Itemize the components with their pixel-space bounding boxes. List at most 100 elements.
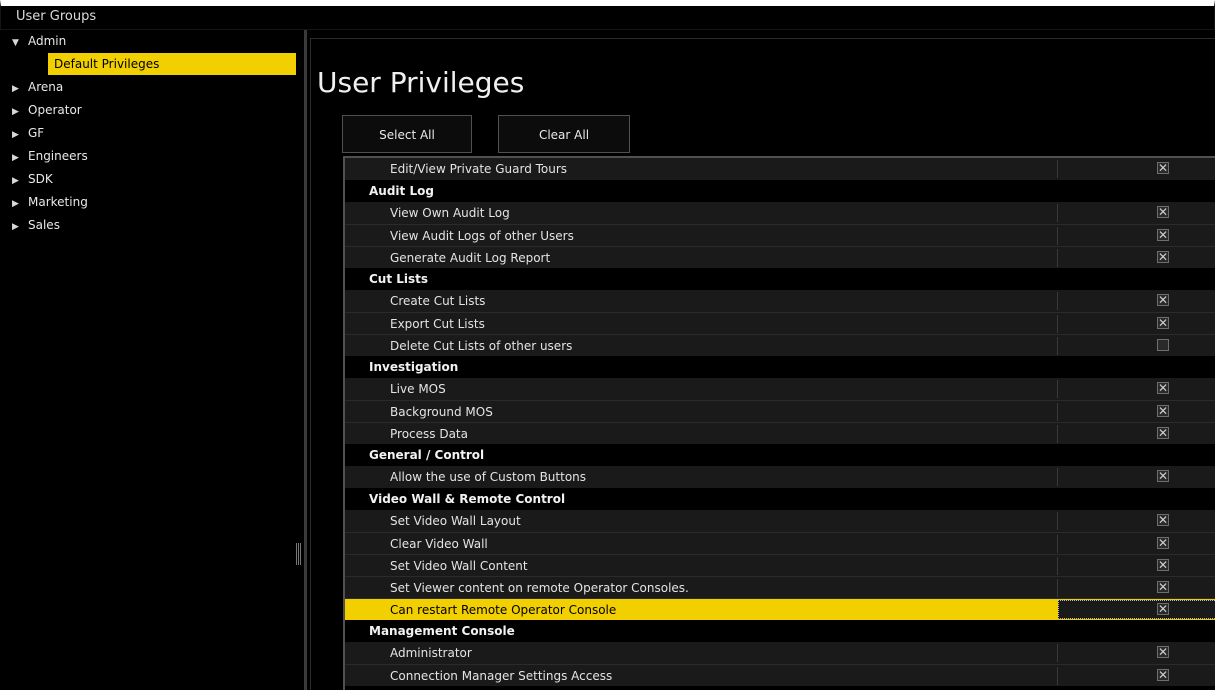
- tree-group-admin[interactable]: ▼ Admin: [12, 30, 66, 52]
- privilege-label: Create Cut Lists: [390, 294, 486, 308]
- tree-group-sales[interactable]: ▶ Sales: [12, 214, 60, 236]
- privilege-label: Set Video Wall Layout: [390, 514, 521, 528]
- privilege-label: Set Video Wall Content: [390, 559, 528, 573]
- privilege-row[interactable]: View Own Audit Log ✕: [345, 202, 1215, 224]
- expand-arrow-right-icon[interactable]: ▶: [12, 147, 28, 169]
- privilege-checkbox[interactable]: ✕: [1157, 603, 1169, 615]
- column-separator: [1057, 535, 1058, 553]
- privilege-row[interactable]: Connection Manager Settings Access ✕: [345, 664, 1215, 686]
- privilege-checkbox[interactable]: [1157, 339, 1169, 351]
- privilege-label: Delete Cut Lists of other users: [390, 339, 573, 353]
- privilege-row[interactable]: Delete Cut Lists of other users: [345, 334, 1215, 356]
- privilege-checkbox[interactable]: ✕: [1157, 581, 1169, 593]
- privilege-checkbox[interactable]: ✕: [1157, 317, 1169, 329]
- group-label: Investigation: [369, 360, 459, 374]
- privilege-row[interactable]: Allow the use of Custom Buttons ✕: [345, 466, 1215, 488]
- privileges-grid: Edit/View Private Guard Tours ✕ Audit Log V…: [343, 156, 1215, 690]
- privilege-group-header: Cut Lists: [345, 268, 1215, 290]
- privilege-group-header: Management Console: [345, 620, 1215, 642]
- expand-arrow-right-icon[interactable]: ▶: [12, 193, 28, 215]
- privilege-checkbox[interactable]: ✕: [1157, 229, 1169, 241]
- group-label: Video Wall & Remote Control: [369, 492, 566, 506]
- tree-group-engineers[interactable]: ▶ Engineers: [12, 145, 88, 167]
- privilege-row[interactable]: Generate Audit Log Report ✕: [345, 246, 1215, 268]
- column-separator: [1057, 380, 1058, 398]
- tree-group-gf[interactable]: ▶ GF: [12, 122, 44, 144]
- privilege-group-header: Investigation: [345, 356, 1215, 378]
- privilege-row[interactable]: Process Data ✕: [345, 422, 1215, 444]
- column-separator: [1057, 468, 1058, 486]
- privilege-checkbox[interactable]: ✕: [1157, 206, 1169, 218]
- privilege-label: Clear Video Wall: [390, 537, 488, 551]
- privilege-row[interactable]: Clear Video Wall ✕: [345, 532, 1215, 554]
- column-separator: [1057, 315, 1058, 333]
- group-label: General / Control: [369, 448, 485, 462]
- privilege-checkbox[interactable]: ✕: [1157, 427, 1169, 439]
- tree-group-label: SDK: [28, 172, 53, 186]
- privilege-row[interactable]: Set Viewer content on remote Operator Co…: [345, 576, 1215, 598]
- privilege-checkbox[interactable]: ✕: [1157, 251, 1169, 263]
- privilege-group-header: Audit Log: [345, 180, 1215, 202]
- privilege-label: Administrator: [390, 646, 472, 660]
- expand-arrow-right-icon[interactable]: ▶: [12, 78, 28, 100]
- privilege-row[interactable]: Can restart Remote Operator Console ✕: [345, 598, 1215, 620]
- privilege-label: View Audit Logs of other Users: [390, 229, 574, 243]
- privilege-group-header: Video Wall & Remote Control: [345, 488, 1215, 510]
- select-all-button[interactable]: Select All: [342, 115, 472, 153]
- privilege-checkbox[interactable]: ✕: [1157, 470, 1169, 482]
- privilege-label: View Own Audit Log: [390, 206, 510, 220]
- privilege-checkbox[interactable]: ✕: [1157, 537, 1169, 549]
- privilege-label: Export Cut Lists: [390, 317, 485, 331]
- privilege-label: Edit/View Private Guard Tours: [390, 162, 568, 176]
- page-title: User Privileges: [317, 66, 525, 99]
- app-window: User Groups ▼ Admin Default Privileges ▶ Are…: [0, 0, 1215, 690]
- privilege-row[interactable]: Create Cut Lists ✕: [345, 290, 1215, 312]
- tree-group-sdk[interactable]: ▶ SDK: [12, 168, 53, 190]
- privilege-checkbox[interactable]: ✕: [1157, 514, 1169, 526]
- privilege-checkbox[interactable]: ✕: [1157, 646, 1169, 658]
- privilege-label: Live MOS: [390, 382, 446, 396]
- privilege-row[interactable]: View Audit Logs of other Users ✕: [345, 224, 1215, 246]
- privilege-checkbox[interactable]: ✕: [1157, 559, 1169, 571]
- tree-group-operator[interactable]: ▶ Operator: [12, 99, 82, 121]
- tree-group-marketing[interactable]: ▶ Marketing: [12, 191, 88, 213]
- privilege-checkbox[interactable]: ✕: [1157, 669, 1169, 681]
- privilege-row[interactable]: Set Video Wall Content ✕: [345, 554, 1215, 576]
- privilege-checkbox[interactable]: ✕: [1157, 405, 1169, 417]
- clear-all-button[interactable]: Clear All: [498, 115, 630, 153]
- privilege-row[interactable]: Export Cut Lists ✕: [345, 312, 1215, 334]
- privilege-group-header: General / Control: [345, 444, 1215, 466]
- privileges-panel: User Privileges Select All Clear All Edi…: [307, 30, 1215, 690]
- column-separator: [1057, 579, 1058, 597]
- tree-group-label: Admin: [28, 34, 67, 48]
- privilege-row[interactable]: Administrator ✕: [345, 642, 1215, 664]
- column-separator: [1057, 667, 1058, 685]
- group-label: Cut Lists: [369, 272, 429, 286]
- tree-group-arena[interactable]: ▶ Arena: [12, 76, 63, 98]
- tree-item-default-privileges[interactable]: Default Privileges: [48, 53, 296, 75]
- privilege-checkbox[interactable]: ✕: [1157, 162, 1169, 174]
- expand-arrow-right-icon[interactable]: ▶: [12, 170, 28, 192]
- tree-group-label: GF: [28, 126, 45, 140]
- privilege-row[interactable]: Edit/View Private Guard Tours ✕: [345, 158, 1215, 180]
- privilege-row[interactable]: Set Video Wall Layout ✕: [345, 510, 1215, 532]
- tree-group-label: Operator: [28, 103, 82, 117]
- expand-arrow-right-icon[interactable]: ▶: [12, 101, 28, 123]
- privilege-checkbox[interactable]: ✕: [1157, 294, 1169, 306]
- privilege-label: Process Data: [390, 427, 468, 441]
- window-title: User Groups: [16, 9, 97, 24]
- group-label: Management Console: [369, 624, 515, 638]
- tree-group-label: Marketing: [28, 195, 88, 209]
- expand-arrow-right-icon[interactable]: ▶: [12, 216, 28, 238]
- privilege-row[interactable]: Background MOS ✕: [345, 400, 1215, 422]
- privilege-label: Can restart Remote Operator Console: [390, 603, 617, 617]
- expand-arrow-right-icon[interactable]: ▶: [12, 124, 28, 146]
- splitter-handle[interactable]: [296, 543, 302, 565]
- focused-cell[interactable]: [1058, 600, 1215, 619]
- privilege-row[interactable]: Live MOS ✕: [345, 378, 1215, 400]
- expand-arrow-down-icon[interactable]: ▼: [12, 32, 28, 54]
- privilege-label: Background MOS: [390, 405, 493, 419]
- column-separator: [1057, 512, 1058, 530]
- tree-group-label: Arena: [28, 80, 64, 94]
- privilege-checkbox[interactable]: ✕: [1157, 382, 1169, 394]
